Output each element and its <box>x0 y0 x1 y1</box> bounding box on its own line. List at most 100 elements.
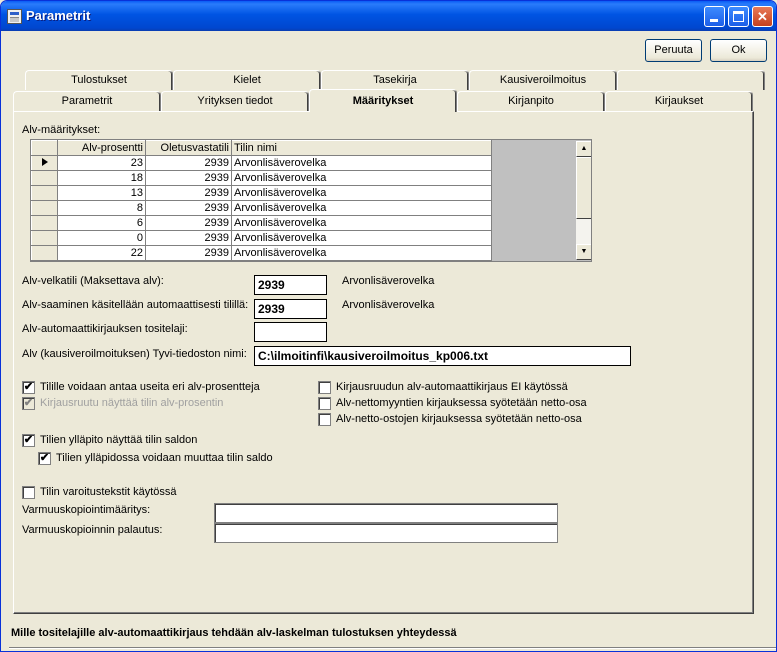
tab-maaritykset[interactable]: Määritykset <box>309 89 457 112</box>
tab-kielet[interactable]: Kielet <box>173 70 321 90</box>
useita-alv-label: Tilille voidaan antaa useita eri alv-pro… <box>40 381 260 393</box>
netto-myynti-checkbox[interactable] <box>318 397 331 410</box>
row-selector[interactable] <box>31 215 58 231</box>
tab-kausiveroilmoitus[interactable]: Kausiveroilmoitus <box>469 70 617 90</box>
table-row[interactable]: 0 2939 Arvonlisäverovelka <box>31 230 492 246</box>
grid-caption: Alv-määritykset: <box>22 124 101 136</box>
current-row-icon <box>42 158 48 166</box>
alv-saaminen-name: Arvonlisäverovelka <box>342 299 435 311</box>
corner-cell <box>31 140 58 156</box>
window-title: Parametrit <box>26 8 91 23</box>
row-selector[interactable] <box>31 200 58 216</box>
cell-oletusvastatili[interactable]: 2939 <box>145 155 232 171</box>
netto-osto-label: Alv-netto-ostojen kirjauksessa syötetään… <box>336 413 582 425</box>
client-area: Peruuta Ok Tulostukset Kielet Tasekirja … <box>5 31 776 649</box>
table-row[interactable]: 13 2939 Arvonlisäverovelka <box>31 185 492 201</box>
tab-yrityksen-tiedot[interactable]: Yrityksen tiedot <box>161 91 309 111</box>
tab-parametrit[interactable]: Parametrit <box>13 91 161 111</box>
alv-grid[interactable]: Alv-prosentti Oletusvastatili Tilin nimi… <box>30 139 592 262</box>
alv-saaminen-input[interactable]: 2939 <box>254 299 327 319</box>
row-selector[interactable] <box>31 245 58 261</box>
column-header-oletusvastatili[interactable]: Oletusvastatili <box>145 140 232 156</box>
ei-automaatti-label: Kirjausruudun alv-automaattikirjaus EI k… <box>336 381 568 393</box>
cell-tilin-nimi[interactable]: Arvonlisäverovelka <box>231 215 492 231</box>
table-row[interactable]: 23 2939 Arvonlisäverovelka <box>31 155 492 171</box>
palautus-label: Varmuuskopioinnin palautus: <box>22 524 163 536</box>
cell-tilin-nimi[interactable]: Arvonlisäverovelka <box>231 200 492 216</box>
cell-tilin-nimi[interactable]: Arvonlisäverovelka <box>231 245 492 261</box>
column-header-tilin-nimi[interactable]: Tilin nimi <box>231 140 492 156</box>
tab-tulostukset[interactable]: Tulostukset <box>25 70 173 90</box>
column-header-alv-prosentti[interactable]: Alv-prosentti <box>57 140 146 156</box>
tab-tasekirja[interactable]: Tasekirja <box>321 70 469 90</box>
scroll-down-icon[interactable]: ▼ <box>576 244 591 260</box>
table-row[interactable]: 18 2939 Arvonlisäverovelka <box>31 170 492 186</box>
cell-tilin-nimi[interactable]: Arvonlisäverovelka <box>231 230 492 246</box>
yllapito-saldo-label: Tilien ylläpito näyttää tilin saldon <box>40 434 198 446</box>
cell-alv-prosentti[interactable]: 18 <box>57 170 146 186</box>
title-bar[interactable]: Parametrit <box>1 1 776 31</box>
tab-kirjaukset[interactable]: Kirjaukset <box>605 91 753 111</box>
app-icon <box>7 9 22 24</box>
table-header: Alv-prosentti Oletusvastatili Tilin nimi <box>31 140 492 156</box>
tab-empty[interactable] <box>617 70 765 90</box>
cell-oletusvastatili[interactable]: 2939 <box>145 170 232 186</box>
cell-tilin-nimi[interactable]: Arvonlisäverovelka <box>231 155 492 171</box>
cancel-button[interactable]: Peruuta <box>645 39 702 62</box>
minimize-button[interactable] <box>704 6 725 27</box>
row-selector[interactable] <box>31 170 58 186</box>
cell-alv-prosentti[interactable]: 23 <box>57 155 146 171</box>
cell-alv-prosentti[interactable]: 0 <box>57 230 146 246</box>
alv-table: Alv-prosentti Oletusvastatili Tilin nimi… <box>31 140 492 261</box>
cell-oletusvastatili[interactable]: 2939 <box>145 230 232 246</box>
alv-velkatili-label: Alv-velkatili (Maksettava alv): <box>22 275 164 287</box>
yllapito-muuttaa-checkbox[interactable]: ✔ <box>38 452 51 465</box>
netto-myynti-label: Alv-nettomyyntien kirjauksessa syötetään… <box>336 397 587 409</box>
varmuuskopiointi-input[interactable] <box>214 503 558 523</box>
cell-alv-prosentti[interactable]: 13 <box>57 185 146 201</box>
cell-tilin-nimi[interactable]: Arvonlisäverovelka <box>231 170 492 186</box>
cell-oletusvastatili[interactable]: 2939 <box>145 200 232 216</box>
tositelaji-label: Alv-automaattikirjauksen tositelaji: <box>22 323 188 335</box>
yllapito-saldo-checkbox[interactable]: ✔ <box>22 434 35 447</box>
tab-kirjanpito[interactable]: Kirjanpito <box>457 91 605 111</box>
table-row[interactable]: 8 2939 Arvonlisäverovelka <box>31 200 492 216</box>
cell-tilin-nimi[interactable]: Arvonlisäverovelka <box>231 185 492 201</box>
parametrit-window: Parametrit Peruuta Ok Tulostukset Kielet… <box>0 0 777 652</box>
table-row[interactable]: 22 2939 Arvonlisäverovelka <box>31 245 492 261</box>
alv-saaminen-label: Alv-saaminen käsitellään automaattisesti… <box>22 299 249 311</box>
cell-oletusvastatili[interactable]: 2939 <box>145 215 232 231</box>
alv-velkatili-name: Arvonlisäverovelka <box>342 275 435 287</box>
grid-vertical-scrollbar[interactable]: ▲ ▼ <box>576 141 591 260</box>
scroll-up-icon[interactable]: ▲ <box>576 141 591 157</box>
tositelaji-input[interactable] <box>254 322 327 342</box>
netto-osto-checkbox[interactable] <box>318 413 331 426</box>
cell-alv-prosentti[interactable]: 6 <box>57 215 146 231</box>
row-selector[interactable] <box>31 155 58 171</box>
ei-automaatti-checkbox[interactable] <box>318 381 331 394</box>
alv-velkatili-input[interactable]: 2939 <box>254 275 327 295</box>
status-divider <box>9 647 776 649</box>
useita-alv-checkbox[interactable]: ✔ <box>22 381 35 394</box>
varoitus-label: Tilin varoitustekstit käytössä <box>40 486 177 498</box>
scroll-thumb[interactable] <box>576 157 591 219</box>
kirjausruutu-alv-checkbox: ✔ <box>22 397 35 410</box>
tyvi-label: Alv (kausiveroilmoituksen) Tyvi-tiedosto… <box>22 348 247 360</box>
row-selector[interactable] <box>31 185 58 201</box>
varmuuskopiointi-label: Varmuuskopiointimääritys: <box>22 504 151 516</box>
close-button[interactable] <box>752 6 773 27</box>
row-selector[interactable] <box>31 230 58 246</box>
palautus-input[interactable] <box>214 523 558 543</box>
maximize-button[interactable] <box>728 6 749 27</box>
cell-alv-prosentti[interactable]: 22 <box>57 245 146 261</box>
yllapito-muuttaa-label: Tilien ylläpidossa voidaan muuttaa tilin… <box>56 452 273 464</box>
ok-button[interactable]: Ok <box>710 39 767 62</box>
tyvi-filename-input[interactable]: C:\ilmoitinfi\kausiveroilmoitus_kp006.tx… <box>254 346 631 366</box>
cell-oletusvastatili[interactable]: 2939 <box>145 245 232 261</box>
tab-panel-maaritykset: Alv-määritykset: Alv-prosentti Oletusvas… <box>13 111 754 614</box>
kirjausruutu-alv-label: Kirjausruutu näyttää tilin alv-prosentin <box>40 397 224 409</box>
table-row[interactable]: 6 2939 Arvonlisäverovelka <box>31 215 492 231</box>
varoitus-checkbox[interactable] <box>22 486 35 499</box>
cell-alv-prosentti[interactable]: 8 <box>57 200 146 216</box>
cell-oletusvastatili[interactable]: 2939 <box>145 185 232 201</box>
